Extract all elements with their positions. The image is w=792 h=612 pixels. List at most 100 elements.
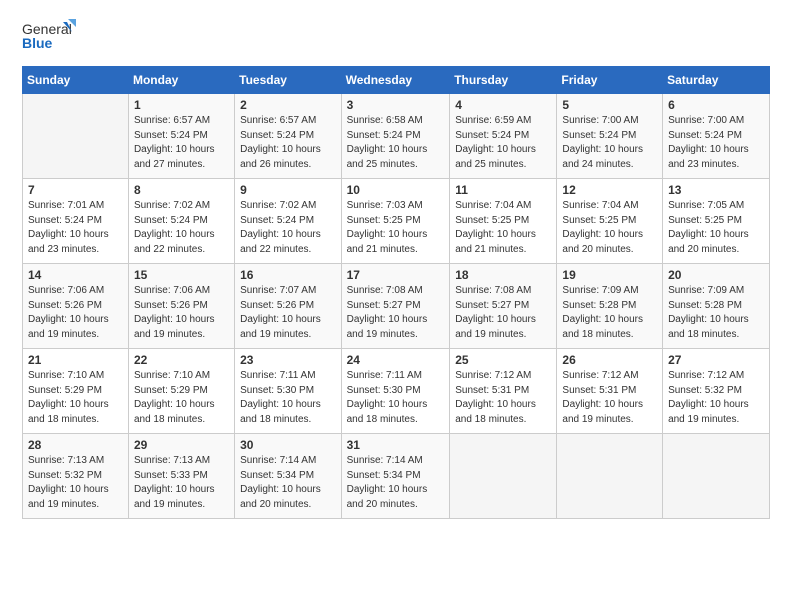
day-number: 2	[240, 98, 335, 112]
day-number: 12	[562, 183, 657, 197]
day-number: 26	[562, 353, 657, 367]
day-number: 27	[668, 353, 764, 367]
day-info: Sunrise: 7:06 AM Sunset: 5:26 PM Dayligh…	[28, 284, 123, 342]
day-info: Sunrise: 6:58 AM Sunset: 5:24 PM Dayligh…	[347, 114, 445, 172]
day-info: Sunrise: 7:09 AM Sunset: 5:28 PM Dayligh…	[668, 284, 764, 342]
calendar-cell: 21 Sunrise: 7:10 AM Sunset: 5:29 PM Dayli…	[23, 349, 129, 434]
calendar-table: SundayMondayTuesdayWednesdayThursdayFrid…	[22, 66, 770, 519]
day-number: 28	[28, 438, 123, 452]
calendar-cell: 3Sunrise: 6:58 AM Sunset: 5:24 PM Daylig…	[341, 94, 450, 179]
page: GeneralBlue SundayMondayTuesdayWednesday…	[0, 0, 792, 612]
calendar-cell	[557, 434, 663, 519]
day-number: 10	[347, 183, 445, 197]
calendar-cell: 9 Sunrise: 7:02 AM Sunset: 5:24 PM Daylig…	[235, 179, 341, 264]
day-number: 15	[134, 268, 229, 282]
calendar-cell: 23 Sunrise: 7:11 AM Sunset: 5:30 PM Dayli…	[235, 349, 341, 434]
calendar-cell: 24 Sunrise: 7:11 AM Sunset: 5:30 PM Dayli…	[341, 349, 450, 434]
day-number: 23	[240, 353, 335, 367]
calendar-header-monday: Monday	[128, 67, 234, 94]
day-info: Sunrise: 6:57 AM Sunset: 5:24 PM Dayligh…	[134, 114, 229, 172]
calendar-cell: 30 Sunrise: 7:14 AM Sunset: 5:34 PM Dayli…	[235, 434, 341, 519]
calendar-cell: 26 Sunrise: 7:12 AM Sunset: 5:31 PM Dayli…	[557, 349, 663, 434]
day-info: Sunrise: 7:11 AM Sunset: 5:30 PM Dayligh…	[240, 369, 335, 427]
day-number: 16	[240, 268, 335, 282]
day-info: Sunrise: 7:09 AM Sunset: 5:28 PM Dayligh…	[562, 284, 657, 342]
calendar-cell: 1 Sunrise: 6:57 AM Sunset: 5:24 PM Daylig…	[128, 94, 234, 179]
logo: GeneralBlue	[22, 18, 77, 56]
day-info: Sunrise: 7:04 AM Sunset: 5:25 PM Dayligh…	[455, 199, 551, 257]
day-info: Sunrise: 7:07 AM Sunset: 5:26 PM Dayligh…	[240, 284, 335, 342]
day-number: 11	[455, 183, 551, 197]
calendar-cell: 5 Sunrise: 7:00 AM Sunset: 5:24 PM Daylig…	[557, 94, 663, 179]
day-number: 21	[28, 353, 123, 367]
day-info: Sunrise: 6:59 AM Sunset: 5:24 PM Dayligh…	[455, 114, 551, 172]
calendar-cell: 14 Sunrise: 7:06 AM Sunset: 5:26 PM Dayli…	[23, 264, 129, 349]
day-info: Sunrise: 6:57 AM Sunset: 5:24 PM Dayligh…	[240, 114, 335, 172]
day-info: Sunrise: 7:12 AM Sunset: 5:32 PM Dayligh…	[668, 369, 764, 427]
day-info: Sunrise: 7:01 AM Sunset: 5:24 PM Dayligh…	[28, 199, 123, 257]
calendar-header-thursday: Thursday	[450, 67, 557, 94]
calendar-header-tuesday: Tuesday	[235, 67, 341, 94]
calendar-cell: 17Sunrise: 7:08 AM Sunset: 5:27 PM Dayli…	[341, 264, 450, 349]
calendar-week-2: 14 Sunrise: 7:06 AM Sunset: 5:26 PM Dayli…	[23, 264, 770, 349]
header: GeneralBlue	[22, 18, 770, 56]
calendar-cell: 8Sunrise: 7:02 AM Sunset: 5:24 PM Daylig…	[128, 179, 234, 264]
day-info: Sunrise: 7:10 AM Sunset: 5:29 PM Dayligh…	[28, 369, 123, 427]
day-number: 6	[668, 98, 764, 112]
day-number: 24	[347, 353, 445, 367]
day-number: 7	[28, 183, 123, 197]
day-info: Sunrise: 7:03 AM Sunset: 5:25 PM Dayligh…	[347, 199, 445, 257]
calendar-week-1: 7 Sunrise: 7:01 AM Sunset: 5:24 PM Daylig…	[23, 179, 770, 264]
calendar-cell: 12Sunrise: 7:04 AM Sunset: 5:25 PM Dayli…	[557, 179, 663, 264]
calendar-cell: 15 Sunrise: 7:06 AM Sunset: 5:26 PM Dayli…	[128, 264, 234, 349]
day-number: 19	[562, 268, 657, 282]
day-info: Sunrise: 7:08 AM Sunset: 5:27 PM Dayligh…	[347, 284, 445, 342]
calendar-cell: 6 Sunrise: 7:00 AM Sunset: 5:24 PM Daylig…	[663, 94, 770, 179]
calendar-cell: 29Sunrise: 7:13 AM Sunset: 5:33 PM Dayli…	[128, 434, 234, 519]
day-info: Sunrise: 7:12 AM Sunset: 5:31 PM Dayligh…	[562, 369, 657, 427]
day-number: 4	[455, 98, 551, 112]
calendar-cell: 2 Sunrise: 6:57 AM Sunset: 5:24 PM Daylig…	[235, 94, 341, 179]
day-info: Sunrise: 7:13 AM Sunset: 5:32 PM Dayligh…	[28, 454, 123, 512]
calendar-cell: 18 Sunrise: 7:08 AM Sunset: 5:27 PM Dayli…	[450, 264, 557, 349]
calendar-cell: 20Sunrise: 7:09 AM Sunset: 5:28 PM Dayli…	[663, 264, 770, 349]
day-number: 30	[240, 438, 335, 452]
day-info: Sunrise: 7:05 AM Sunset: 5:25 PM Dayligh…	[668, 199, 764, 257]
calendar-cell: 22Sunrise: 7:10 AM Sunset: 5:29 PM Dayli…	[128, 349, 234, 434]
day-info: Sunrise: 7:10 AM Sunset: 5:29 PM Dayligh…	[134, 369, 229, 427]
svg-text:Blue: Blue	[22, 35, 53, 51]
calendar-header-friday: Friday	[557, 67, 663, 94]
day-number: 1	[134, 98, 229, 112]
day-info: Sunrise: 7:11 AM Sunset: 5:30 PM Dayligh…	[347, 369, 445, 427]
day-number: 29	[134, 438, 229, 452]
day-number: 9	[240, 183, 335, 197]
calendar-cell	[663, 434, 770, 519]
day-number: 5	[562, 98, 657, 112]
calendar-cell: 19 Sunrise: 7:09 AM Sunset: 5:28 PM Dayli…	[557, 264, 663, 349]
day-info: Sunrise: 7:02 AM Sunset: 5:24 PM Dayligh…	[134, 199, 229, 257]
calendar-cell: 10 Sunrise: 7:03 AM Sunset: 5:25 PM Dayli…	[341, 179, 450, 264]
calendar-cell	[23, 94, 129, 179]
calendar-header-sunday: Sunday	[23, 67, 129, 94]
calendar-week-4: 28 Sunrise: 7:13 AM Sunset: 5:32 PM Dayli…	[23, 434, 770, 519]
calendar-cell: 4 Sunrise: 6:59 AM Sunset: 5:24 PM Daylig…	[450, 94, 557, 179]
day-info: Sunrise: 7:06 AM Sunset: 5:26 PM Dayligh…	[134, 284, 229, 342]
calendar-cell: 13Sunrise: 7:05 AM Sunset: 5:25 PM Dayli…	[663, 179, 770, 264]
calendar-cell: 28 Sunrise: 7:13 AM Sunset: 5:32 PM Dayli…	[23, 434, 129, 519]
calendar-cell: 16 Sunrise: 7:07 AM Sunset: 5:26 PM Dayli…	[235, 264, 341, 349]
day-info: Sunrise: 7:14 AM Sunset: 5:34 PM Dayligh…	[240, 454, 335, 512]
calendar-cell: 7 Sunrise: 7:01 AM Sunset: 5:24 PM Daylig…	[23, 179, 129, 264]
calendar-header-row: SundayMondayTuesdayWednesdayThursdayFrid…	[23, 67, 770, 94]
calendar-cell: 27 Sunrise: 7:12 AM Sunset: 5:32 PM Dayli…	[663, 349, 770, 434]
day-info: Sunrise: 7:00 AM Sunset: 5:24 PM Dayligh…	[562, 114, 657, 172]
day-number: 18	[455, 268, 551, 282]
calendar-header-saturday: Saturday	[663, 67, 770, 94]
calendar-cell: 31Sunrise: 7:14 AM Sunset: 5:34 PM Dayli…	[341, 434, 450, 519]
day-number: 14	[28, 268, 123, 282]
day-info: Sunrise: 7:08 AM Sunset: 5:27 PM Dayligh…	[455, 284, 551, 342]
calendar-cell	[450, 434, 557, 519]
day-info: Sunrise: 7:00 AM Sunset: 5:24 PM Dayligh…	[668, 114, 764, 172]
day-info: Sunrise: 7:14 AM Sunset: 5:34 PM Dayligh…	[347, 454, 445, 512]
day-info: Sunrise: 7:02 AM Sunset: 5:24 PM Dayligh…	[240, 199, 335, 257]
logo-svg: GeneralBlue	[22, 18, 77, 56]
